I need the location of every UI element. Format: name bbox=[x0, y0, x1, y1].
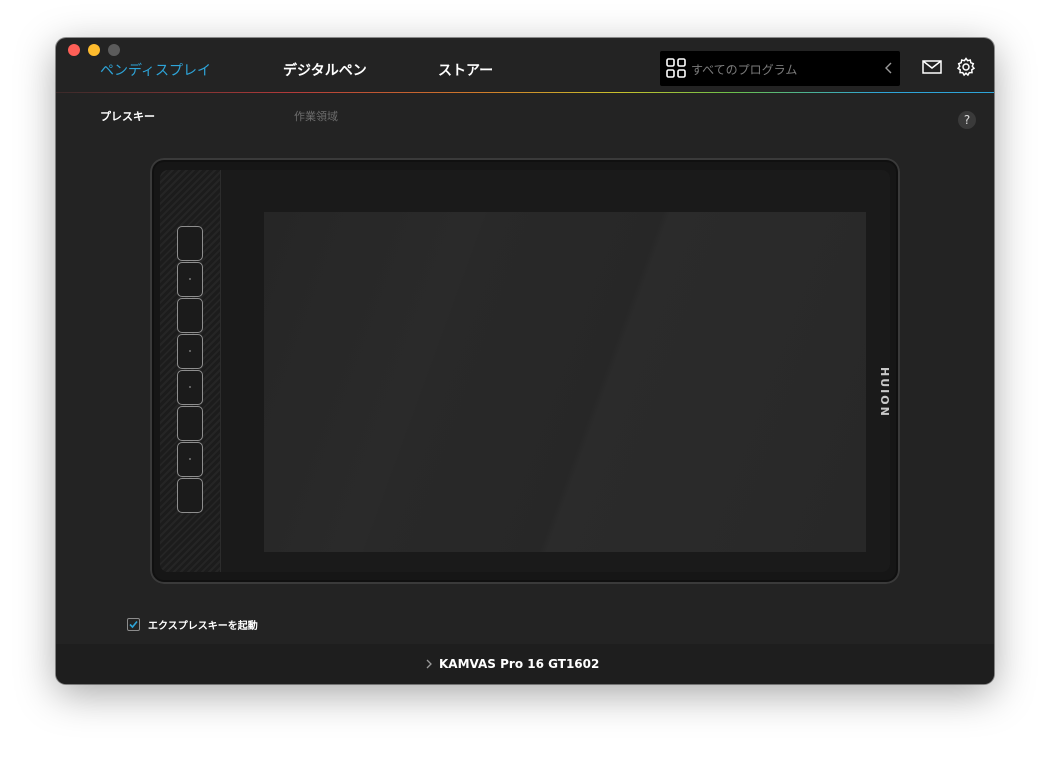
key-dot bbox=[189, 350, 191, 352]
tab-pen-display[interactable]: ペンディスプレイ bbox=[100, 60, 211, 80]
help-icon[interactable]: ? bbox=[958, 111, 976, 129]
subtab-work-area[interactable]: 作業領域 bbox=[294, 108, 338, 124]
express-key-6[interactable] bbox=[177, 406, 203, 441]
express-key-2[interactable] bbox=[177, 262, 203, 297]
subtab-press-keys[interactable]: プレスキー bbox=[100, 108, 155, 124]
tab-store[interactable]: ストアー bbox=[438, 60, 493, 80]
app-window: ペンディスプレイ デジタルペン ストアー すべてのプログラム プレスキー 作業領… bbox=[56, 38, 994, 684]
tablet-body: HUION bbox=[160, 170, 891, 572]
device-name: KAMVAS Pro 16 GT1602 bbox=[439, 657, 600, 671]
enable-express-keys-checkbox[interactable]: エクスプレスキーを起動 bbox=[127, 617, 258, 632]
device-selector[interactable]: KAMVAS Pro 16 GT1602 bbox=[425, 657, 599, 671]
express-key-3[interactable] bbox=[177, 298, 203, 333]
tablet-screen[interactable] bbox=[264, 212, 866, 552]
key-dot bbox=[189, 278, 191, 280]
top-navigation: ペンディスプレイ デジタルペン ストアー すべてのプログラム bbox=[56, 38, 994, 93]
checkbox[interactable] bbox=[127, 618, 140, 631]
chevron-left-icon bbox=[885, 62, 892, 74]
tab-digital-pen[interactable]: デジタルペン bbox=[283, 60, 367, 80]
express-key-4[interactable] bbox=[177, 334, 203, 369]
program-select[interactable]: すべてのプログラム bbox=[660, 51, 900, 86]
key-dot bbox=[189, 458, 191, 460]
gear-icon[interactable] bbox=[956, 57, 976, 77]
grid-icon bbox=[666, 58, 686, 78]
mail-icon[interactable] bbox=[922, 58, 942, 76]
tablet-device: HUION bbox=[150, 158, 900, 584]
brand-logo: HUION bbox=[878, 367, 891, 418]
express-key-panel bbox=[160, 170, 221, 572]
program-select-label: すべてのプログラム bbox=[691, 63, 798, 77]
footer-bar: KAMVAS Pro 16 GT1602 bbox=[56, 644, 994, 684]
chevron-right-icon bbox=[426, 659, 432, 669]
checkbox-label: エクスプレスキーを起動 bbox=[148, 621, 258, 632]
express-key-5[interactable] bbox=[177, 370, 203, 405]
nav-divider bbox=[56, 92, 994, 93]
express-key-8[interactable] bbox=[177, 478, 203, 513]
check-icon bbox=[129, 620, 138, 629]
express-key-7[interactable] bbox=[177, 442, 203, 477]
express-key-1[interactable] bbox=[177, 226, 203, 261]
key-dot bbox=[189, 386, 191, 388]
